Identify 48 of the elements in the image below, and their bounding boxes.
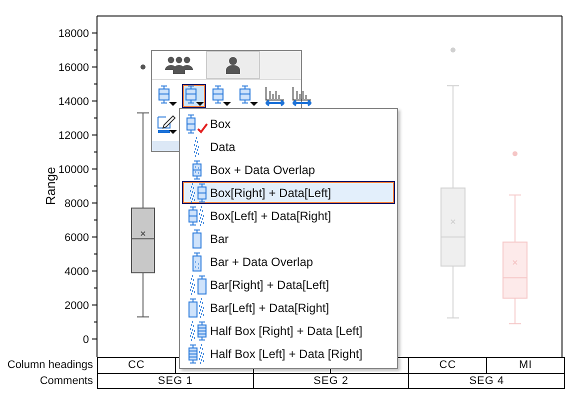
tick-label: 14000 — [58, 96, 89, 108]
chart-type-icon — [188, 298, 206, 318]
menu-item[interactable]: Box + Data Overlap — [182, 158, 395, 181]
single-tab[interactable] — [206, 51, 260, 79]
person-icon — [225, 56, 241, 74]
toolbar-button[interactable] — [182, 84, 206, 108]
table-cell: CC — [409, 358, 488, 373]
toolbar-button[interactable] — [263, 84, 287, 108]
chart-type-icon — [192, 160, 202, 180]
menu-item[interactable]: Bar[Left] + Data[Right] — [182, 296, 395, 319]
table-cell: SEG 2 — [254, 374, 410, 388]
row-label: Column headings — [6, 358, 94, 373]
chart-type-icon — [192, 228, 202, 248]
chart-type-icon — [188, 320, 206, 340]
menu-item[interactable]: Bar + Data Overlap — [182, 250, 395, 273]
menu-item[interactable]: Bar[Right] + Data[Left] — [182, 273, 395, 296]
chart-type-icon — [186, 114, 208, 134]
menu-item[interactable]: Box — [182, 112, 395, 135]
tick-label: 6000 — [64, 232, 89, 244]
toolbar-button[interactable] — [290, 84, 314, 108]
menu-item[interactable]: Box[Left] + Data[Right] — [182, 204, 395, 227]
menu-item[interactable]: Bar — [182, 227, 395, 250]
tick-label: 18000 — [58, 28, 89, 40]
axis-title: Range — [43, 166, 58, 206]
chart-type-icon — [188, 182, 206, 202]
group-tab[interactable] — [152, 51, 206, 79]
chart-type-icon — [192, 136, 202, 156]
tick-label: 16000 — [58, 62, 89, 74]
tick-label: 0 — [82, 334, 89, 346]
table-cell-text: SEG 4 — [468, 374, 506, 388]
tick-label: 12000 — [58, 130, 89, 142]
menu-item[interactable]: Half Box [Left] + Data [Right] — [182, 342, 395, 365]
chart-type-icon — [188, 274, 206, 294]
tick-label: 10000 — [58, 164, 89, 176]
chart-type-icon — [188, 206, 206, 226]
menu-item[interactable]: Data — [182, 135, 395, 158]
row-label: Comments — [38, 374, 94, 389]
chart-type-icon — [192, 252, 202, 272]
menu-item[interactable]: Half Box [Right] + Data [Left] — [182, 319, 395, 342]
tick-label: 8000 — [64, 198, 89, 210]
tick-label: 2000 — [64, 300, 89, 312]
table-cell: CC — [98, 358, 176, 373]
chart-type-icon — [188, 344, 206, 364]
people-icon — [164, 56, 194, 74]
table-cell: SEG 1 — [98, 374, 254, 388]
table-cell-text: MI — [518, 358, 534, 373]
menu-item[interactable]: Box[Right] + Data[Left] — [182, 181, 395, 204]
tick-label: 4000 — [64, 266, 89, 278]
